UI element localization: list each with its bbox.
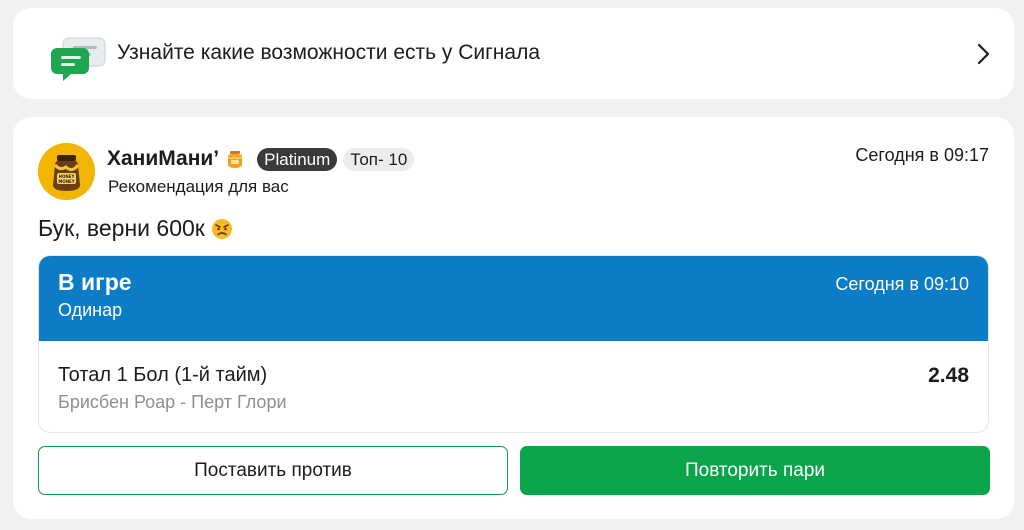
banner-text: Узнайте какие возможности есть у Сигнала — [117, 41, 541, 64]
bet-type: Одинар — [58, 300, 123, 320]
honey-pot-icon — [227, 151, 243, 168]
repeat-bet-button[interactable]: Повторить пари — [520, 446, 990, 495]
post-timestamp: Сегодня в 09:17 — [855, 145, 989, 165]
bet-status: В игре — [58, 269, 132, 295]
svg-text:MONEY: MONEY — [58, 179, 74, 184]
bet-odds: 2.48 — [928, 364, 969, 387]
author-name[interactable]: ХаниМани’ — [107, 147, 219, 171]
chat-bubbles-icon — [51, 37, 106, 81]
post-text: Бук, верни 600к — [38, 215, 233, 242]
recommendation-post: HONEY MONEY ХаниМани’ Platinum Топ- 10 Р… — [13, 117, 1014, 519]
bet-card-header: В игре Одинар Сегодня в 09:10 — [39, 256, 988, 341]
angry-face-icon — [211, 218, 232, 239]
bet-teams: Брисбен Роар - Перт Глори — [58, 392, 287, 412]
chevron-right-icon[interactable] — [976, 42, 992, 66]
bet-market: Тотал 1 Бол (1-й тайм) — [58, 364, 268, 386]
status-badge-platinum: Platinum — [257, 147, 338, 171]
bet-timestamp: Сегодня в 09:10 — [835, 274, 969, 294]
post-subtitle: Рекомендация для вас — [108, 177, 289, 196]
author-row: ХаниМани’ Platinum Топ- 10 — [107, 146, 415, 172]
post-message: Бук, верни 600к — [38, 215, 205, 241]
avatar[interactable]: HONEY MONEY — [38, 143, 95, 200]
bet-against-button[interactable]: Поставить против — [38, 446, 508, 495]
bet-card[interactable]: В игре Одинар Сегодня в 09:10 Тотал 1 Бо… — [38, 255, 989, 433]
honey-jar-logo: HONEY MONEY — [38, 143, 95, 200]
signal-features-banner[interactable]: Узнайте какие возможности есть у Сигнала — [13, 8, 1014, 99]
rank-badge: Топ- 10 — [343, 147, 415, 171]
